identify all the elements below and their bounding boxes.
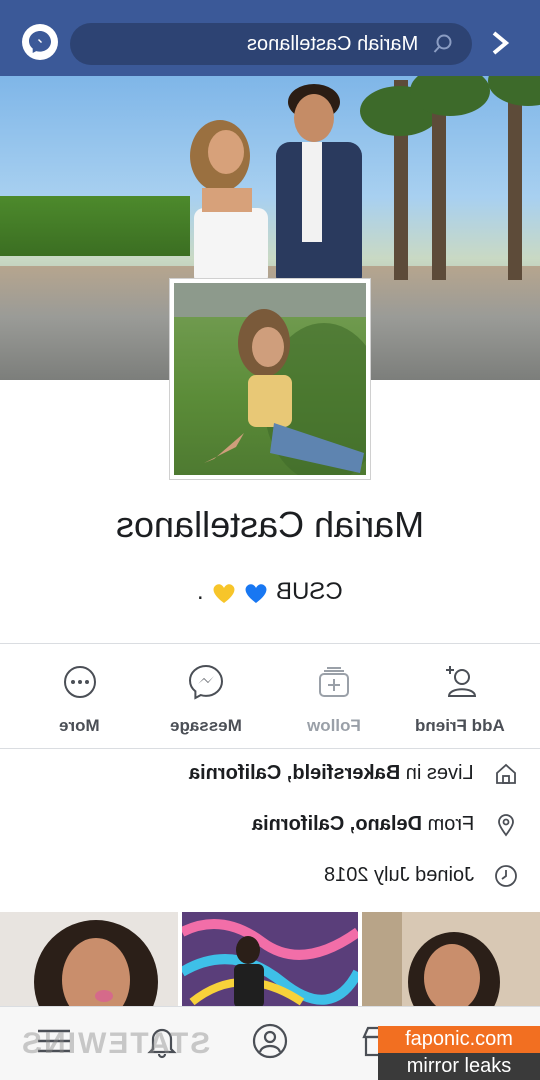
profile-icon[interactable]	[252, 1023, 288, 1059]
follow-icon	[318, 667, 349, 697]
divider	[0, 643, 540, 644]
cover-man	[276, 84, 362, 290]
profile-actions: More Message Follow Add Friend	[0, 656, 540, 748]
search-input[interactable]: Mariah Castellanos	[70, 23, 472, 65]
messenger-icon	[188, 664, 223, 700]
bio-text: CSUB	[276, 578, 343, 605]
messenger-icon[interactable]	[22, 24, 58, 60]
photos-strip	[0, 912, 540, 1008]
search-query: Mariah Castellanos	[246, 32, 418, 55]
profile-picture[interactable]	[169, 278, 371, 480]
home-icon	[496, 763, 516, 784]
message-button[interactable]: Message	[138, 656, 273, 748]
top-bar: Mariah Castellanos	[0, 0, 540, 76]
clock-icon	[495, 865, 517, 887]
more-icon	[63, 666, 96, 698]
info-joined: Joined July 2018	[0, 852, 540, 902]
profile-bio: . CSUB	[0, 578, 540, 606]
badge-line-2: mirror leaks	[378, 1053, 540, 1080]
badge-line-1: faponic.com	[378, 1026, 540, 1053]
more-button[interactable]: More	[12, 656, 147, 748]
profile-name: Mariah Castellanos	[115, 504, 425, 545]
cover-cornfield	[0, 196, 190, 256]
watermark-text: STATEWINS	[20, 1027, 211, 1060]
photo-thumbnail[interactable]	[0, 912, 178, 1008]
location-pin-icon	[498, 814, 514, 837]
divider	[0, 748, 540, 749]
info-from: From Delano, California	[0, 801, 540, 851]
chevron-right-icon[interactable]	[488, 29, 512, 57]
follow-button[interactable]: Follow	[266, 656, 401, 748]
search-icon	[433, 34, 452, 53]
site-badge: faponic.com mirror leaks	[378, 1026, 540, 1080]
yellow-heart-icon	[213, 583, 235, 603]
blue-heart-icon	[245, 583, 267, 603]
photo-thumbnail[interactable]	[182, 912, 358, 1008]
bio-suffix: .	[197, 578, 204, 605]
add-friend-button[interactable]: Add Friend	[392, 656, 527, 748]
add-friend-icon	[445, 666, 476, 697]
photo-thumbnail[interactable]	[362, 912, 540, 1008]
info-lives-in: Lives in Bakersfield, California	[0, 750, 540, 800]
profile-photo-illustration	[174, 283, 366, 475]
